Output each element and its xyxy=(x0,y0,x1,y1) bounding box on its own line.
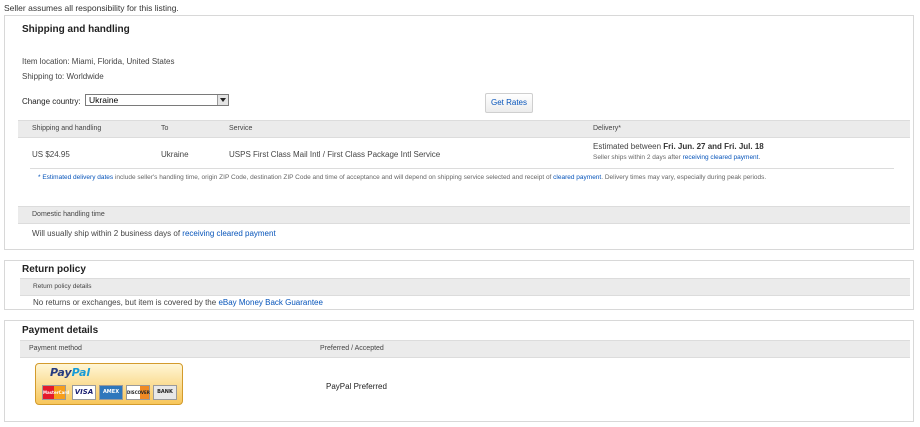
delivery-note-suffix: . xyxy=(758,154,761,161)
payment-title: Payment details xyxy=(22,325,99,336)
delivery-note: Seller ships within 2 days after receivi… xyxy=(593,154,760,161)
discover-icon: DISCOVER xyxy=(126,385,150,400)
get-rates-button[interactable]: Get Rates xyxy=(485,93,533,113)
delivery-footnote: * Estimated delivery dates include selle… xyxy=(38,173,874,182)
shipping-destination: Ukraine xyxy=(161,150,189,159)
seller-responsibility-note: Seller assumes all responsibility for th… xyxy=(4,3,179,13)
col-payment-method: Payment method xyxy=(29,345,82,352)
paypal-wordmark: PayPal xyxy=(50,366,90,379)
shipping-table-header xyxy=(18,120,910,138)
mastercard-icon: MasterCard xyxy=(42,385,69,400)
col-shipping-handling: Shipping and handling xyxy=(32,125,102,132)
visa-icon: VISA xyxy=(72,385,96,400)
delivery-note-prefix: Seller ships within 2 days after xyxy=(593,154,683,161)
country-select-value: Ukraine xyxy=(89,95,119,105)
col-service: Service xyxy=(229,125,253,132)
return-policy-text: No returns or exchanges, but item is cov… xyxy=(33,298,323,307)
delivery-note-link[interactable]: receiving cleared payment xyxy=(683,154,759,161)
paypal-preferred-text: PayPal Preferred xyxy=(326,382,387,391)
money-back-guarantee-link[interactable]: eBay Money Back Guarantee xyxy=(218,298,323,307)
footnote-text-2: . Delivery times may vary, especially du… xyxy=(601,174,767,181)
handling-header-bar xyxy=(18,206,910,224)
return-details-bar xyxy=(20,278,910,296)
item-location: Item location: Miami, Florida, United St… xyxy=(22,57,175,66)
col-to: To xyxy=(161,125,169,132)
chevron-down-icon[interactable] xyxy=(217,95,228,105)
handling-text: Will usually ship within 2 business days… xyxy=(32,229,276,238)
delivery-estimate: Estimated between Fri. Jun. 27 and Fri. … xyxy=(593,142,764,151)
handling-cleared-payment-link[interactable]: receiving cleared payment xyxy=(182,229,275,238)
return-policy-title: Return policy xyxy=(22,264,86,275)
col-preferred-accepted: Preferred / Accepted xyxy=(320,345,384,352)
shipping-title: Shipping and handling xyxy=(22,24,130,35)
country-select[interactable]: Ukraine xyxy=(85,94,229,106)
shipping-service: USPS First Class Mail Intl / First Class… xyxy=(229,150,441,159)
paypal-pay: Pay xyxy=(50,366,72,379)
col-delivery: Delivery* xyxy=(593,125,622,132)
paypal-pal: Pal xyxy=(71,366,91,379)
shipping-price: US $24.95 xyxy=(32,150,70,159)
return-policy-prefix: No returns or exchanges, but item is cov… xyxy=(33,298,219,307)
bank-icon: BANK xyxy=(153,385,177,400)
footnote-cleared-payment-link[interactable]: cleared payment xyxy=(553,174,601,181)
footnote-text-1: include seller's handling time, origin Z… xyxy=(113,174,554,181)
return-details-header: Return policy details xyxy=(33,283,92,290)
handling-text-prefix: Will usually ship within 2 business days… xyxy=(32,229,183,238)
delivery-prefix: Estimated between xyxy=(593,142,664,151)
footnote-estimated-dates-link[interactable]: Estimated delivery dates xyxy=(42,174,113,181)
handling-header: Domestic handling time xyxy=(32,211,105,218)
shipping-row-divider xyxy=(30,168,894,169)
change-country-label: Change country: xyxy=(22,97,81,106)
payment-header-bar xyxy=(20,340,910,358)
delivery-dates: Fri. Jun. 27 and Fri. Jul. 18 xyxy=(663,142,764,151)
ships-to: Shipping to: Worldwide xyxy=(22,72,104,81)
amex-icon: AMEX xyxy=(99,385,123,400)
paypal-logo: PayPal MasterCard VISA AMEX DISCOVER BAN… xyxy=(35,363,183,405)
